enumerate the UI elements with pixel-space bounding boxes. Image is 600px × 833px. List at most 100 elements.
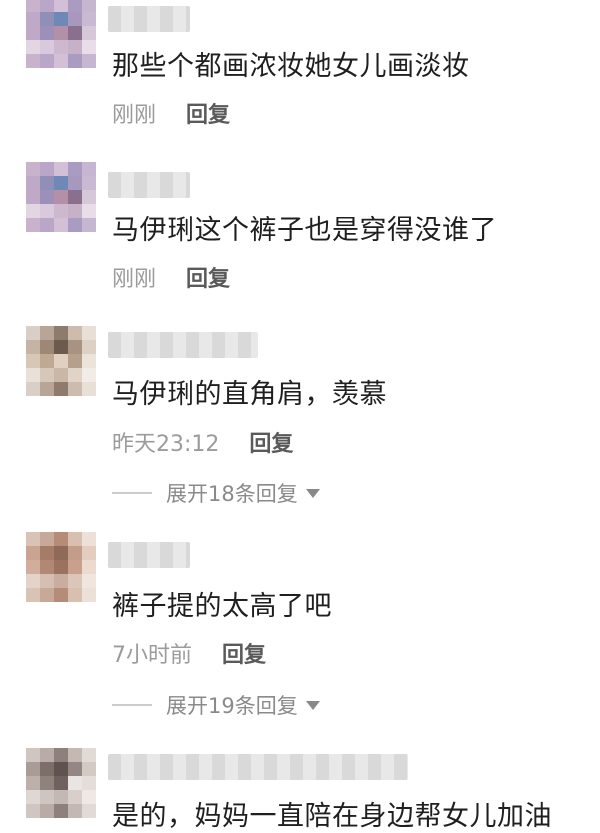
avatar-mosaic-cell (54, 368, 68, 382)
avatar-mosaic-cell (26, 218, 40, 232)
avatar-mosaic-cell (82, 804, 96, 818)
avatar-mosaic-cell (26, 204, 40, 218)
avatar[interactable] (26, 0, 96, 68)
avatar-mosaic-cell (54, 748, 68, 762)
avatar-mosaic-cell (40, 340, 54, 354)
reply-button[interactable]: 回复 (186, 261, 230, 293)
avatar-mosaic-cell (54, 354, 68, 368)
avatar-mosaic-cell (54, 776, 68, 790)
avatar-mosaic-cell (82, 326, 96, 340)
username-blurred[interactable] (108, 6, 190, 32)
avatar-mosaic-cell (26, 176, 40, 190)
avatar-mosaic-cell (82, 218, 96, 232)
avatar-mosaic-cell (68, 546, 82, 560)
username-blurred[interactable] (108, 332, 258, 358)
avatar-mosaic-cell (54, 560, 68, 574)
avatar-mosaic-cell (68, 748, 82, 762)
avatar-mosaic-cell (68, 790, 82, 804)
avatar-mosaic-cell (68, 574, 82, 588)
comment-time: 刚刚 (112, 103, 157, 128)
avatar-mosaic-cell (40, 176, 54, 190)
avatar-mosaic-cell (26, 382, 40, 396)
avatar-mosaic-cell (68, 26, 82, 40)
avatar-mosaic-cell (40, 54, 54, 68)
avatar-mosaic-cell (40, 12, 54, 26)
avatar-mosaic-cell (40, 532, 54, 546)
comment-meta: 昨天23:12 回复 (112, 426, 293, 458)
comment-meta: 7小时前 回复 (112, 637, 266, 669)
avatar-mosaic-cell (68, 382, 82, 396)
reply-button[interactable]: 回复 (186, 97, 230, 129)
avatar-mosaic-cell (40, 26, 54, 40)
avatar-mosaic-cell (68, 804, 82, 818)
comment-item: 是的，妈妈一直陪在身边帮女儿加油 (0, 740, 600, 833)
avatar[interactable] (26, 326, 96, 396)
avatar-mosaic-cell (82, 762, 96, 776)
avatar-mosaic-cell (54, 40, 68, 54)
avatar-mosaic-cell (68, 0, 82, 12)
avatar-mosaic-cell (68, 762, 82, 776)
divider (112, 492, 152, 494)
avatar-mosaic-cell (54, 804, 68, 818)
username-blurred[interactable] (108, 172, 190, 198)
avatar-mosaic-cell (68, 588, 82, 602)
avatar-mosaic-cell (82, 12, 96, 26)
avatar-mosaic-cell (68, 12, 82, 26)
avatar-mosaic-cell (82, 40, 96, 54)
avatar-mosaic-cell (68, 54, 82, 68)
avatar-mosaic-cell (26, 546, 40, 560)
avatar-mosaic-cell (26, 560, 40, 574)
avatar-mosaic-cell (26, 790, 40, 804)
avatar-mosaic-cell (54, 204, 68, 218)
avatar-mosaic-cell (68, 354, 82, 368)
avatar-mosaic-cell (40, 40, 54, 54)
comment-meta: 刚刚 回复 (112, 261, 230, 293)
avatar-mosaic-cell (54, 762, 68, 776)
avatar-mosaic-cell (82, 176, 96, 190)
expand-replies-label: 展开19条回复 (166, 694, 298, 718)
avatar-mosaic-cell (54, 190, 68, 204)
avatar-mosaic-cell (54, 340, 68, 354)
avatar-mosaic-cell (82, 0, 96, 12)
avatar-mosaic-cell (54, 546, 68, 560)
chevron-down-icon (305, 488, 320, 498)
avatar-mosaic-cell (82, 588, 96, 602)
avatar-mosaic-cell (26, 532, 40, 546)
avatar-mosaic-cell (26, 776, 40, 790)
avatar-mosaic-cell (68, 776, 82, 790)
comment-item: 马伊琍这个裤子也是穿得没谁了 刚刚 回复 (0, 160, 600, 320)
reply-button[interactable]: 回复 (249, 426, 293, 458)
avatar-mosaic-cell (82, 190, 96, 204)
avatar-mosaic-cell (68, 40, 82, 54)
avatar[interactable] (26, 532, 96, 602)
username-blurred[interactable] (108, 542, 190, 568)
avatar-mosaic-cell (82, 560, 96, 574)
avatar-mosaic-cell (26, 354, 40, 368)
avatar-mosaic-cell (26, 190, 40, 204)
reply-button[interactable]: 回复 (222, 637, 266, 669)
expand-replies-button[interactable]: 展开19条回复 (112, 690, 320, 720)
avatar-mosaic-cell (26, 748, 40, 762)
avatar-mosaic-cell (40, 574, 54, 588)
comment-time: 昨天23:12 (112, 432, 220, 457)
avatar-mosaic-cell (54, 176, 68, 190)
avatar[interactable] (26, 162, 96, 232)
expand-replies-button[interactable]: 展开18条回复 (112, 478, 320, 508)
username-blurred[interactable] (108, 754, 408, 780)
avatar-mosaic-cell (26, 40, 40, 54)
comment-meta: 刚刚 回复 (112, 97, 230, 129)
avatar-mosaic-cell (26, 804, 40, 818)
avatar-mosaic-cell (54, 54, 68, 68)
avatar-mosaic-cell (40, 776, 54, 790)
avatar-mosaic-cell (82, 162, 96, 176)
avatar-mosaic-cell (54, 532, 68, 546)
avatar-mosaic-cell (40, 326, 54, 340)
avatar-mosaic-cell (26, 162, 40, 176)
avatar-mosaic-cell (54, 574, 68, 588)
avatar[interactable] (26, 748, 96, 818)
comment-item: 马伊琍的直角肩，羡慕 昨天23:12 回复 展开18条回复 (0, 320, 600, 530)
avatar-mosaic-cell (40, 0, 54, 12)
avatar-mosaic-cell (82, 532, 96, 546)
avatar-mosaic-cell (54, 12, 68, 26)
avatar-mosaic-cell (82, 54, 96, 68)
